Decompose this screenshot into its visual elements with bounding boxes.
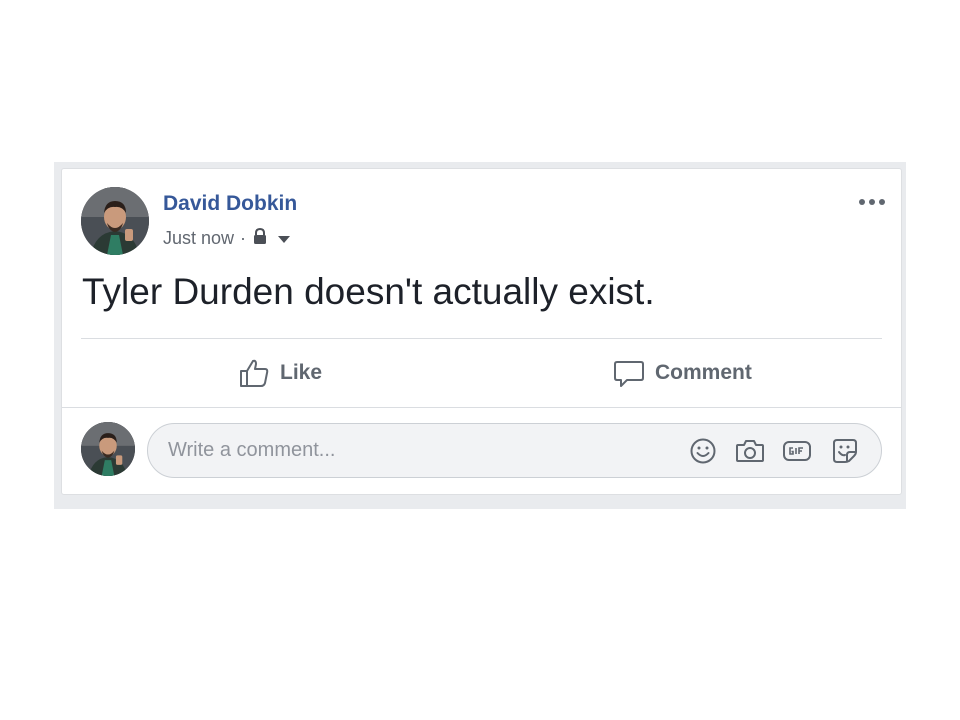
gif-button[interactable] xyxy=(782,437,812,465)
post-timestamp[interactable]: Just now xyxy=(163,228,234,249)
post-meta: Just now · xyxy=(163,227,291,250)
camera-button[interactable] xyxy=(735,437,765,465)
lock-icon[interactable] xyxy=(251,227,269,250)
divider xyxy=(81,338,882,339)
more-options-button[interactable] xyxy=(855,189,889,215)
user-avatar[interactable] xyxy=(81,422,135,476)
author-avatar[interactable] xyxy=(81,187,149,255)
speech-bubble-icon xyxy=(614,361,644,387)
comment-button[interactable]: Comment xyxy=(613,351,752,395)
author-name[interactable]: David Dobkin xyxy=(163,192,297,216)
sticker-button[interactable] xyxy=(830,437,860,465)
like-label: Like xyxy=(280,361,323,384)
emoji-button[interactable] xyxy=(688,437,718,465)
post-text: Tyler Durden doesn't actually exist. xyxy=(82,271,655,312)
like-button[interactable]: Like xyxy=(238,351,322,395)
emoji-icon xyxy=(690,438,716,464)
sticker-icon xyxy=(833,439,857,463)
post-card: David Dobkin Just now · Tyler Durden doe… xyxy=(61,168,902,495)
chevron-down-icon[interactable] xyxy=(277,228,291,249)
gif-icon xyxy=(783,441,811,461)
comment-input[interactable] xyxy=(168,424,668,477)
divider xyxy=(62,407,901,408)
more-options-icon xyxy=(859,199,885,205)
comment-label: Comment xyxy=(655,361,752,384)
thumbs-up-icon xyxy=(240,359,269,387)
meta-separator: · xyxy=(240,228,247,248)
comment-composer xyxy=(147,423,882,478)
camera-icon xyxy=(736,440,764,462)
